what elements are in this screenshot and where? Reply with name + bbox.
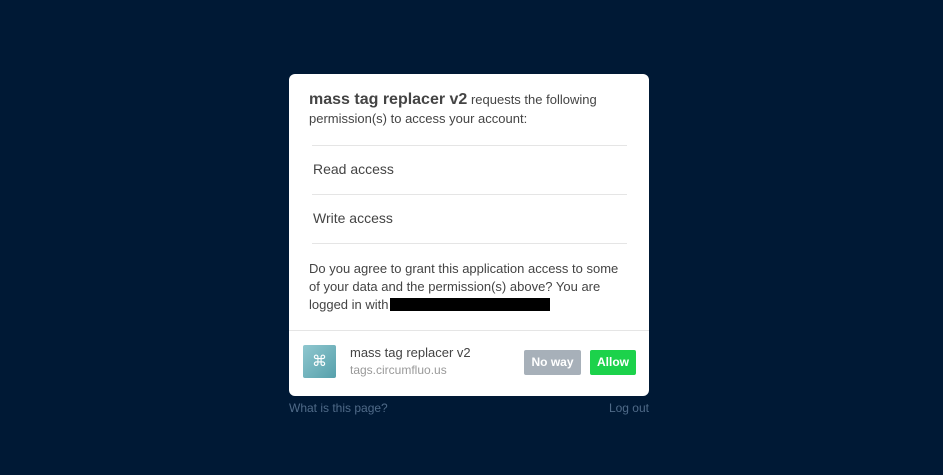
permission-item-read: Read access — [312, 146, 627, 195]
logout-link[interactable]: Log out — [609, 401, 649, 415]
redacted-username — [389, 298, 550, 311]
app-title: mass tag replacer v2 — [350, 345, 471, 360]
permission-list: Read access Write access — [312, 145, 627, 244]
command-icon: ⌘ — [303, 345, 336, 378]
help-link[interactable]: What is this page? — [289, 401, 388, 415]
page: mass tag replacer v2 requests the follow… — [0, 0, 943, 475]
dialog-footer: ⌘ mass tag replacer v2 tags.circumfluo.u… — [289, 330, 649, 396]
permission-item-write: Write access — [312, 195, 627, 244]
requesting-app-name: mass tag replacer v2 — [309, 91, 468, 108]
dialog-body: mass tag replacer v2 requests the follow… — [289, 74, 649, 314]
allow-button[interactable]: Allow — [590, 350, 636, 375]
consent-question: Do you agree to grant this application a… — [309, 260, 629, 314]
app-domain: tags.circumfluo.us — [350, 363, 447, 377]
deny-button[interactable]: No way — [524, 350, 581, 375]
permission-dialog: mass tag replacer v2 requests the follow… — [289, 74, 649, 396]
request-intro: mass tag replacer v2 requests the follow… — [309, 90, 629, 128]
